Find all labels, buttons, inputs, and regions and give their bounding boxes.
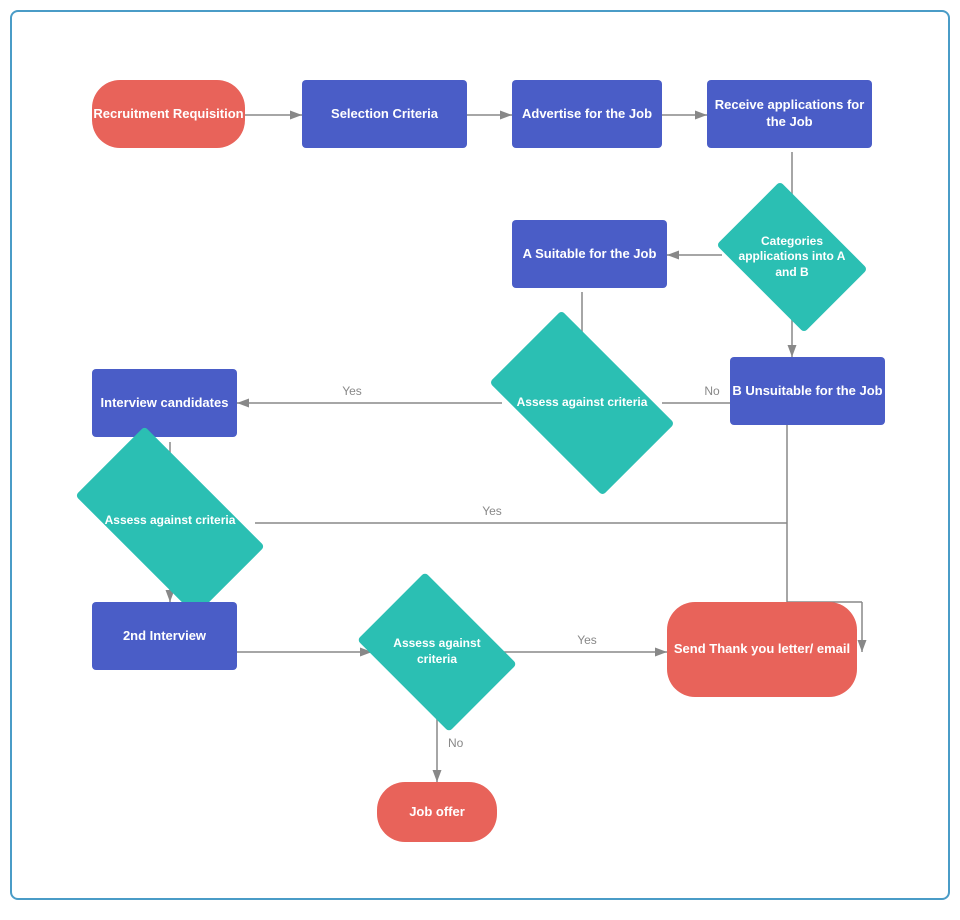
no-label-1: No: [704, 384, 720, 398]
yes-label-2: Yes: [482, 504, 502, 518]
second-interview-node: 2nd Interview: [92, 602, 237, 670]
categories-applications-node: Categories applications into A and B: [730, 212, 854, 302]
job-offer-node: Job offer: [377, 782, 497, 842]
receive-applications-node: Receive applications for the Job: [707, 80, 872, 148]
recruitment-requisition-node: Recruitment Requisition: [92, 80, 245, 148]
selection-criteria-node: Selection Criteria: [302, 80, 467, 148]
flowchart-canvas: Yes No Yes Yes No Recruitment Requisitio…: [10, 10, 950, 900]
assess-criteria-1-node: Assess against criteria: [502, 352, 662, 454]
b-unsuitable-node: B Unsuitable for the Job: [730, 357, 885, 425]
yes-label-3: Yes: [577, 633, 597, 647]
send-thank-you-node: Send Thank you letter/ email: [667, 602, 857, 697]
no-label-2: No: [448, 736, 464, 750]
advertise-job-node: Advertise for the Job: [512, 80, 662, 148]
assess-criteria-3-node: Assess against criteria: [372, 604, 502, 700]
interview-candidates-node: Interview candidates: [92, 369, 237, 437]
suitable-job-node: A Suitable for the Job: [512, 220, 667, 288]
yes-label-1: Yes: [342, 384, 362, 398]
assess-criteria-2-node: Assess against criteria: [85, 472, 255, 570]
